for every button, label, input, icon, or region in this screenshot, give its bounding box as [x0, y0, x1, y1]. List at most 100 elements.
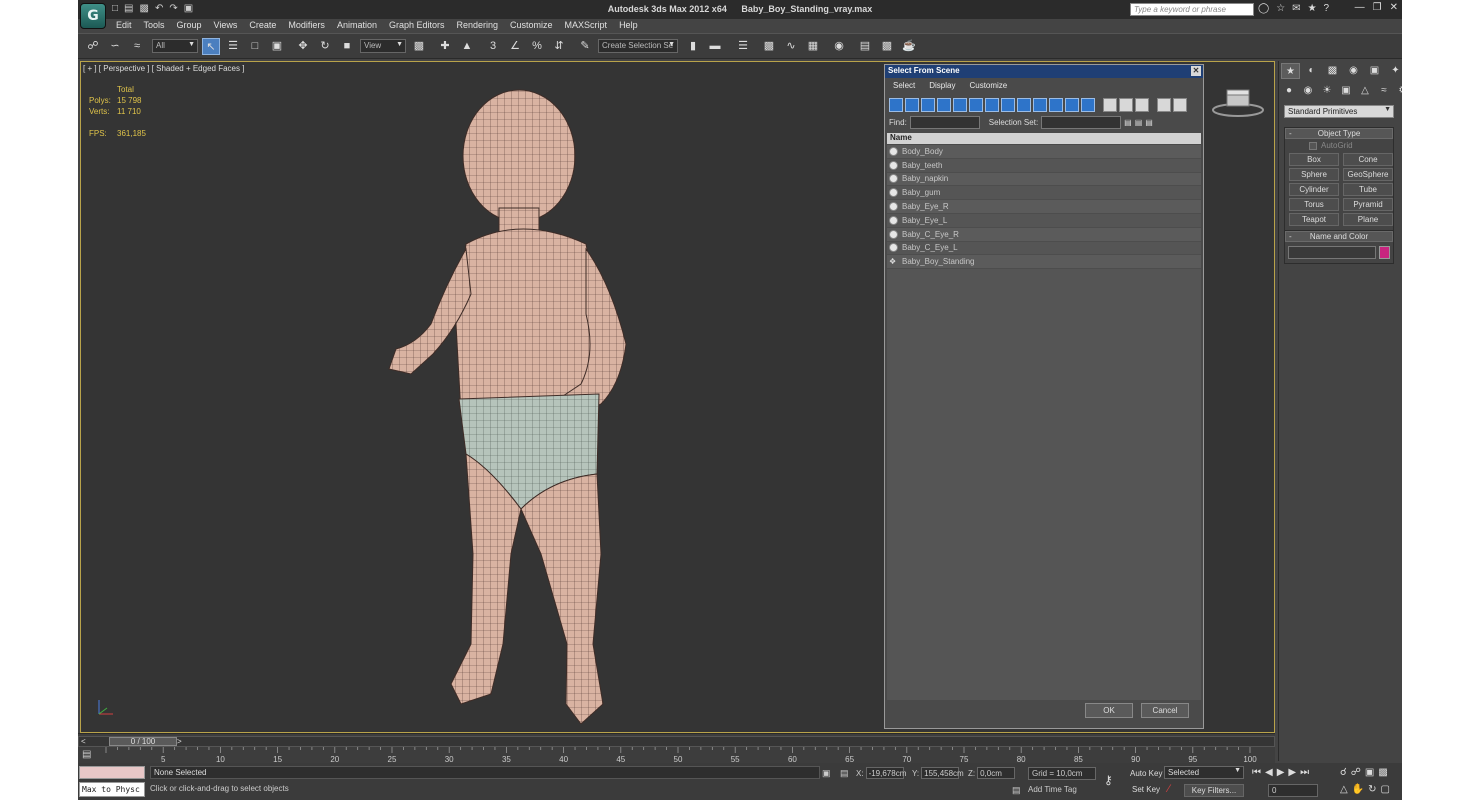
modify-tab-icon[interactable]: ◐ [1302, 63, 1321, 79]
selset-create-icon[interactable]: ▤ [1124, 118, 1132, 127]
list-item[interactable]: Baby_napkin [887, 172, 1201, 187]
material-editor-icon[interactable]: ◉ [830, 38, 848, 55]
reference-coordinate-dropdown[interactable]: View [360, 39, 406, 53]
display-tab-icon[interactable]: ▣ [1365, 63, 1384, 79]
layer-manager-icon[interactable]: ☰ [734, 38, 752, 55]
space-warps-icon[interactable]: ≈ [1376, 83, 1392, 99]
selset-add-icon[interactable]: ▤ [1135, 118, 1143, 127]
utilities-tab-icon[interactable]: ✦ [1386, 63, 1402, 79]
bind-space-warp-icon[interactable]: ≈ [128, 38, 146, 55]
create-tab-icon[interactable]: ★ [1281, 63, 1300, 79]
time-slider-thumb[interactable]: 0 / 100 [109, 737, 177, 746]
default-tangents-icon[interactable]: ∕ [1168, 783, 1170, 795]
pyramid-button[interactable]: Pyramid [1343, 198, 1393, 211]
time-prev-icon[interactable]: < [81, 737, 86, 746]
name-column-header[interactable]: Name [887, 133, 1201, 144]
frame-ruler[interactable]: 5 10 15 20 25 30 35 40 45 50 55 60 65 70 75 80 85 90 95 100 [98, 747, 1258, 764]
shapes-icon[interactable]: ◉ [1300, 83, 1316, 99]
snaps-toggle-icon[interactable]: 3 [484, 38, 502, 55]
time-slider[interactable]: < 0 / 100 > [78, 736, 1275, 747]
menu-customize[interactable]: Customize [504, 19, 559, 32]
autogrid-checkbox[interactable] [1309, 141, 1317, 150]
window-crossing-icon[interactable]: ▣ [268, 38, 286, 55]
systems-icon[interactable]: ⚙ [1395, 83, 1402, 99]
sphere-button[interactable]: Sphere [1289, 168, 1339, 181]
cancel-button[interactable]: Cancel [1141, 703, 1189, 718]
menu-maxscript[interactable]: MAXScript [559, 19, 614, 32]
menu-views[interactable]: Views [208, 19, 244, 32]
list-item[interactable]: Baby_C_Eye_L [887, 242, 1201, 256]
zoom-extents-all-icon[interactable]: ▩ [1378, 767, 1387, 778]
torus-button[interactable]: Torus [1289, 198, 1339, 211]
play-icon[interactable]: ▶ [1277, 767, 1285, 778]
menu-modifiers[interactable]: Modifiers [282, 19, 331, 32]
dialog-menu-select[interactable]: Select [893, 81, 915, 90]
cameras-icon[interactable]: ▣ [1338, 83, 1354, 99]
search-input[interactable]: Type a keyword or phrase [1130, 3, 1254, 16]
maxscript-listener-input[interactable]: Max to Physc [79, 782, 145, 797]
z-input[interactable]: 0,0cm [977, 767, 1016, 779]
selection-filter-dropdown[interactable]: All [152, 39, 198, 53]
rendered-frame-window-icon[interactable]: ▩ [878, 38, 896, 55]
display-lights-icon[interactable] [921, 98, 935, 112]
list-item[interactable]: Baby_C_Eye_R [887, 227, 1201, 242]
move-icon[interactable]: ✥ [294, 38, 312, 55]
maximize-viewport-icon[interactable]: ▢ [1381, 784, 1390, 795]
list-item[interactable]: Baby_teeth [887, 159, 1201, 173]
mirror-icon[interactable]: ▮ [684, 38, 702, 55]
menu-create[interactable]: Create [243, 19, 282, 32]
scale-icon[interactable]: ■ [338, 38, 356, 55]
display-bones-icon[interactable] [1017, 98, 1031, 112]
tube-button[interactable]: Tube [1343, 183, 1393, 196]
select-by-name-icon[interactable]: ☰ [224, 38, 242, 55]
zoom-icon[interactable]: ☌ [1340, 767, 1347, 778]
teapot-button[interactable]: Teapot [1289, 213, 1339, 226]
list-item[interactable]: Baby_Eye_L [887, 214, 1201, 228]
display-hidden-icon[interactable] [1065, 98, 1079, 112]
previous-frame-icon[interactable]: ◀ [1265, 767, 1273, 778]
selset-remove-icon[interactable]: ▤ [1145, 118, 1153, 127]
minimize-icon[interactable]: — [1355, 2, 1365, 13]
display-containers-icon[interactable] [1033, 98, 1047, 112]
time-tag-icon[interactable]: ▤ [1012, 785, 1021, 796]
time-next-icon[interactable]: > [177, 737, 182, 746]
zoom-all-icon[interactable]: ☍ [1351, 767, 1361, 778]
list-item[interactable]: Body_Body [887, 145, 1201, 159]
menu-graph-editors[interactable]: Graph Editors [383, 19, 451, 32]
viewport-label[interactable]: [ + ] [ Perspective ] [ Shaded + Edged F… [83, 64, 244, 73]
key-mode-dropdown[interactable]: Selected [1164, 766, 1244, 779]
set-key-button[interactable]: Set Key [1132, 785, 1160, 794]
menu-group[interactable]: Group [171, 19, 208, 32]
display-groups-icon[interactable] [985, 98, 999, 112]
binoculars-icon[interactable]: ◯ [1258, 3, 1269, 14]
display-space-warps-icon[interactable] [969, 98, 983, 112]
unlink-icon[interactable]: ∽ [106, 38, 124, 55]
field-of-view-icon[interactable]: △ [1340, 784, 1348, 795]
help-icon[interactable]: ? [1324, 3, 1330, 14]
display-xrefs-icon[interactable] [1001, 98, 1015, 112]
sync-selection-icon[interactable] [1135, 98, 1149, 112]
display-none-icon[interactable] [1103, 98, 1117, 112]
go-to-end-icon[interactable]: ⏭ [1300, 767, 1309, 778]
display-shapes-icon[interactable] [905, 98, 919, 112]
baby-mesh-model[interactable] [371, 84, 671, 724]
display-helpers-icon[interactable] [953, 98, 967, 112]
menu-tools[interactable]: Tools [138, 19, 171, 32]
primitive-type-dropdown[interactable]: Standard Primitives [1284, 105, 1394, 118]
go-to-start-icon[interactable]: ⏮ [1252, 767, 1261, 778]
ok-button[interactable]: OK [1085, 703, 1133, 718]
menu-help[interactable]: Help [613, 19, 644, 32]
object-type-header[interactable]: - Object Type [1285, 128, 1393, 139]
percent-snap-icon[interactable]: % [528, 38, 546, 55]
advanced-filter-icon[interactable] [1173, 98, 1187, 112]
select-object-icon[interactable]: ↖ [202, 38, 220, 55]
angle-snap-icon[interactable]: ∠ [506, 38, 524, 55]
display-all-icon[interactable] [1081, 98, 1095, 112]
object-color-swatch[interactable] [1378, 246, 1390, 259]
keyboard-shortcut-icon[interactable]: ▲ [458, 38, 476, 55]
key-filters-button[interactable]: Key Filters... [1184, 784, 1244, 797]
spinner-snap-icon[interactable]: ⇵ [550, 38, 568, 55]
orbit-icon[interactable]: ↻ [1368, 784, 1376, 795]
auto-key-button[interactable]: Auto Key [1130, 769, 1162, 778]
viewcube-icon[interactable] [1211, 86, 1265, 118]
